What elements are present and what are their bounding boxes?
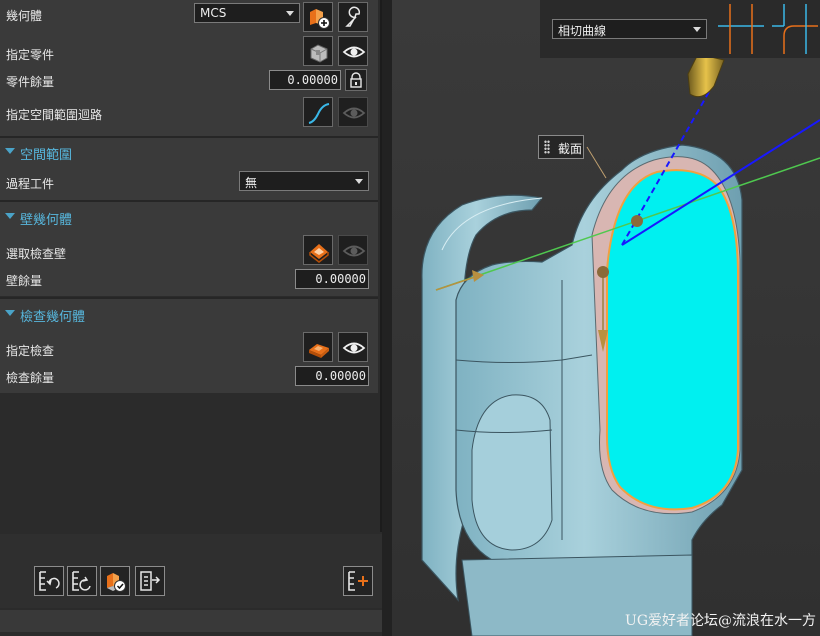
part-label: 指定零件 <box>6 48 55 62</box>
space-loop-label: 指定空間範圍迴路 <box>6 108 103 122</box>
add-operation-button[interactable] <box>343 566 373 596</box>
drag-handle-icon[interactable] <box>544 140 550 154</box>
chevron-down-icon <box>286 11 294 16</box>
process-work-value: 無 <box>245 176 258 190</box>
replay-icon <box>72 571 91 591</box>
eye-icon <box>342 245 366 257</box>
specify-check-label: 指定檢查 <box>6 344 55 358</box>
wrench-icon <box>345 6 361 27</box>
check-geometry-icon <box>309 344 329 358</box>
process-work-select[interactable]: 無 <box>239 171 369 191</box>
check-section-header[interactable]: 檢查幾何體 <box>0 301 378 327</box>
part-stock-input[interactable]: 0.00000 <box>269 70 341 90</box>
splitter[interactable] <box>382 0 392 636</box>
show-space-loop-button[interactable] <box>338 97 368 127</box>
part-stock-label: 零件餘量 <box>6 75 55 89</box>
check-stock-input[interactable]: 0.00000 <box>295 366 369 386</box>
wall-section-title: 壁幾何體 <box>20 213 73 228</box>
curve-mode-select[interactable]: 相切曲線 <box>552 19 707 39</box>
lock-stock-button[interactable] <box>345 69 367 91</box>
check-stock-label: 檢查餘量 <box>6 371 55 385</box>
eye-icon <box>342 46 366 58</box>
check-section-title: 檢查幾何體 <box>20 310 86 325</box>
tangent-intersect-icon[interactable] <box>716 2 766 56</box>
curve-icon <box>308 103 330 124</box>
new-geometry-button[interactable] <box>303 2 333 32</box>
select-wall-label: 選取檢查壁 <box>6 247 67 261</box>
graphics-viewport[interactable]: 相切曲線 截面 UG爱好者论坛@流浪在水一方 <box>392 0 820 636</box>
generate-icon <box>39 571 60 591</box>
edit-geometry-button[interactable] <box>338 2 368 32</box>
specify-check-button[interactable] <box>303 332 333 362</box>
tangent-fillet-icon[interactable] <box>770 2 820 56</box>
select-wall-button[interactable] <box>303 235 333 265</box>
specify-part-button[interactable] <box>303 36 333 66</box>
space-section-header[interactable]: 空間範圍 <box>0 139 378 165</box>
part-icon <box>310 44 328 63</box>
show-wall-button[interactable] <box>338 235 368 265</box>
section-tag-label: 截面 <box>558 142 583 156</box>
space-section-title: 空間範圍 <box>20 148 73 163</box>
verify-button[interactable] <box>100 566 130 596</box>
list-button[interactable] <box>135 566 165 596</box>
geometry-label: 幾何體 <box>6 9 43 23</box>
eye-icon <box>342 342 366 354</box>
curve-mode-value: 相切曲線 <box>558 24 607 38</box>
collapse-triangle-icon <box>5 148 15 154</box>
replay-button[interactable] <box>67 566 97 596</box>
curve-toolbar: 相切曲線 <box>540 0 820 58</box>
generate-button[interactable] <box>34 566 64 596</box>
part-model <box>421 53 820 636</box>
specify-space-loop-button[interactable] <box>303 97 333 127</box>
new-geometry-icon <box>310 9 330 29</box>
eye-icon <box>342 107 366 119</box>
wall-stock-label: 壁餘量 <box>6 274 43 288</box>
chevron-down-icon <box>693 27 701 32</box>
collapse-triangle-icon <box>5 213 15 219</box>
process-work-label: 過程工件 <box>6 177 55 191</box>
show-part-button[interactable] <box>338 36 368 66</box>
geometry-select[interactable]: MCS <box>194 3 300 23</box>
chevron-down-icon <box>355 179 363 184</box>
geometry-select-value: MCS <box>200 6 227 20</box>
section-tag[interactable]: 截面 <box>538 135 584 159</box>
wall-stock-input[interactable]: 0.00000 <box>295 269 369 289</box>
add-icon <box>348 571 368 591</box>
wall-icon <box>309 244 329 263</box>
watermark: UG爱好者论坛@流浪在水一方 <box>625 613 816 629</box>
wall-section-header[interactable]: 壁幾何體 <box>0 204 378 230</box>
verify-icon <box>107 573 126 592</box>
action-toolbar <box>0 534 382 608</box>
status-bar <box>0 610 382 632</box>
list-icon <box>140 571 161 591</box>
show-check-button[interactable] <box>338 332 368 362</box>
lock-icon <box>350 72 362 88</box>
collapse-triangle-icon <box>5 310 15 316</box>
